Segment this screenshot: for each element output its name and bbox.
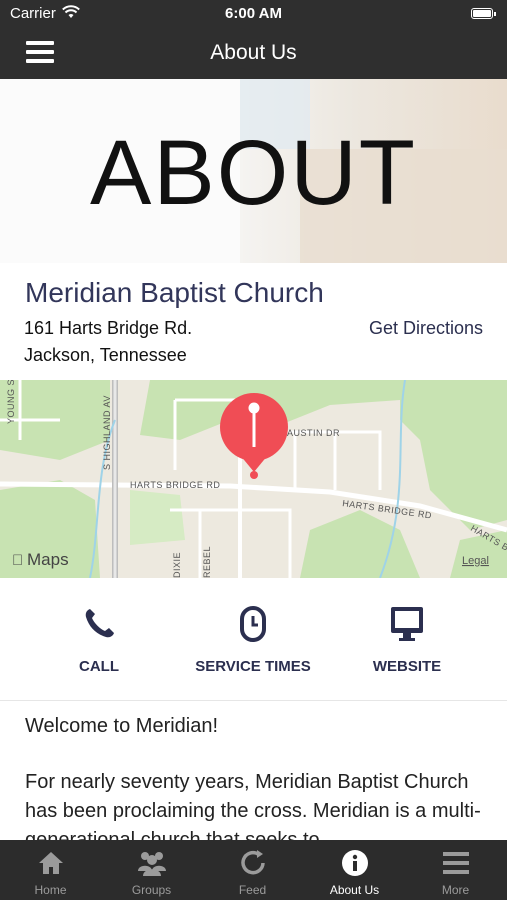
more-icon [442, 852, 469, 874]
clock-icon [240, 606, 266, 642]
page-title: About Us [210, 41, 297, 64]
battery-icon [471, 8, 496, 19]
welcome-text: Welcome to Meridian! [25, 715, 219, 737]
tab-home[interactable]: Home [0, 840, 101, 900]
maps-attribution: Maps [27, 550, 69, 569]
church-name: Meridian Baptist Church [25, 277, 324, 308]
info-icon [341, 850, 368, 876]
street-label-young: YOUNG ST [6, 380, 16, 424]
map-legal-link: Legal [462, 555, 489, 567]
street-label-highland: S HIGHLAND AV [102, 395, 112, 470]
tab-feed[interactable]: Feed [202, 840, 303, 900]
map-pin-icon [220, 393, 288, 479]
groups-icon [137, 852, 166, 876]
nav-bar: About Us [0, 28, 507, 79]
map-graphic: HARTS BRIDGE RD HARTS BRIDGE RD HARTS BR… [0, 380, 507, 578]
street-label-rebel: REBEL [202, 546, 212, 578]
call-label: CALL [79, 658, 119, 675]
call-button[interactable]: CALL [24, 604, 174, 675]
svg-text::  [12, 552, 23, 569]
tab-about-us[interactable]: About Us [304, 840, 405, 900]
street-label-dixie: DIXIE [172, 552, 182, 578]
church-info: Meridian Baptist Church 161 Harts Bridge… [0, 263, 507, 380]
tab-home-label: Home [34, 883, 67, 897]
apple-maps-logo:  Maps [12, 550, 69, 569]
tab-more-label: More [441, 883, 470, 897]
tab-feed-label: Feed [238, 883, 267, 897]
website-button[interactable]: WEBSITE [332, 604, 482, 675]
tab-groups[interactable]: Groups [101, 840, 202, 900]
address-line-2: Jackson, Tennessee [24, 345, 187, 365]
feed-icon [240, 850, 265, 875]
tab-about-us-label: About Us [329, 883, 380, 897]
monitor-icon [391, 607, 423, 641]
street-label-austin: AUSTIN DR [287, 428, 340, 438]
hero-banner: ABOUT [0, 79, 507, 263]
status-bar: Carrier 6:00 AM [0, 0, 507, 28]
tab-groups-label: Groups [131, 883, 172, 897]
status-time: 6:00 AM [225, 5, 282, 22]
address-line-1: 161 Harts Bridge Rd. [24, 318, 193, 338]
tab-bar: Home Groups Feed About Us More [0, 840, 507, 900]
get-directions-link[interactable]: Get Directions [369, 318, 483, 339]
action-bar: CALL SERVICE TIMES WEBSITE [0, 578, 507, 701]
location-map[interactable]: HARTS BRIDGE RD HARTS BRIDGE RD HARTS BR… [0, 380, 507, 578]
street-label-harts-bridge: HARTS BRIDGE RD [130, 480, 220, 490]
home-icon [38, 852, 63, 874]
service-times-button[interactable]: SERVICE TIMES [178, 604, 328, 675]
hero-title: ABOUT [90, 122, 417, 224]
phone-icon [85, 609, 114, 638]
service-times-label: SERVICE TIMES [195, 658, 311, 675]
website-label: WEBSITE [372, 658, 442, 675]
tab-more[interactable]: More [405, 840, 506, 900]
